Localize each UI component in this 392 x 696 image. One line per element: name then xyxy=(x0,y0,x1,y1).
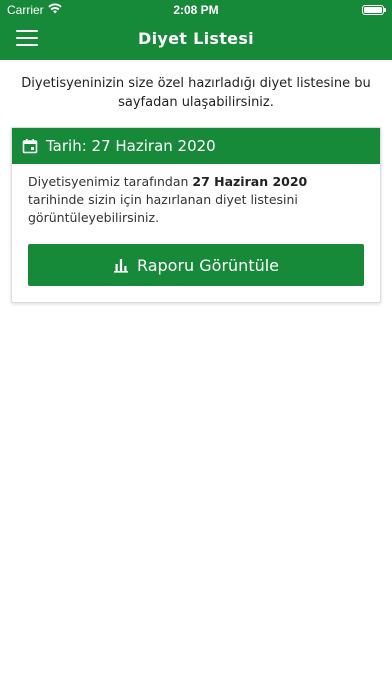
battery-icon xyxy=(362,5,386,15)
bar-chart-icon xyxy=(113,257,129,273)
navigation-bar: Diyet Listesi xyxy=(0,20,392,60)
card-text-date: 27 Haziran 2020 xyxy=(192,174,308,189)
status-time: 2:08 PM xyxy=(173,3,219,17)
intro-text: Diyetisyeninizin size özel hazırladığı d… xyxy=(21,76,371,110)
card-description: Diyetisyenimiz tarafından 27 Haziran 202… xyxy=(28,173,364,227)
card-text-suffix: tarihinde sizin için hazırlanan diyet li… xyxy=(28,192,298,225)
diet-list-card: Tarih: 27 Haziran 2020 Diyetisyenimiz ta… xyxy=(11,127,381,303)
view-report-button[interactable]: Raporu Görüntüle xyxy=(28,244,364,286)
view-report-label: Raporu Görüntüle xyxy=(136,255,280,275)
page-title: Diyet Listesi xyxy=(138,29,254,48)
card-body: Diyetisyenimiz tarafından 27 Haziran 202… xyxy=(12,164,380,302)
screen: Carrier 2:08 PM Diyet Listesi Diyetisyen… xyxy=(0,0,392,696)
card-header: Tarih: 27 Haziran 2020 xyxy=(12,128,380,164)
card-text-prefix: Diyetisyenimiz tarafından xyxy=(28,174,193,189)
status-bar: Carrier 2:08 PM xyxy=(0,0,392,20)
calendar-icon xyxy=(22,138,38,154)
top-bar: Carrier 2:08 PM Diyet Listesi xyxy=(0,0,392,60)
card-date-label: Tarih: 27 Haziran 2020 xyxy=(46,137,216,155)
